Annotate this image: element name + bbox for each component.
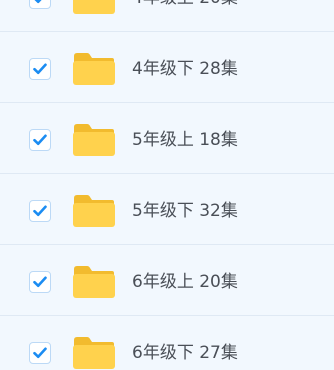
folder-icon xyxy=(73,195,115,227)
folder-name[interactable]: 6年级上 20集 xyxy=(132,271,238,293)
folder-name[interactable]: 4年级下 28集 xyxy=(132,58,238,80)
checkbox[interactable] xyxy=(29,271,51,293)
checkbox[interactable] xyxy=(29,200,51,222)
checkbox[interactable] xyxy=(29,58,51,80)
folder-list: 4年级上 20集 4年级下 28集 5年级上 18集 xyxy=(0,0,334,370)
folder-name[interactable]: 6年级下 27集 xyxy=(132,342,238,364)
check-icon xyxy=(33,63,47,75)
folder-name[interactable]: 5年级下 32集 xyxy=(132,200,238,222)
folder-row[interactable]: 5年级下 32集 xyxy=(0,174,334,245)
checkbox[interactable] xyxy=(29,129,51,151)
folder-icon xyxy=(73,53,115,85)
check-icon xyxy=(34,0,42,4)
checkbox[interactable] xyxy=(29,342,51,364)
check-icon xyxy=(33,347,47,359)
folder-row[interactable]: 4年级上 20集 xyxy=(0,0,334,32)
folder-row[interactable]: 6年级下 27集 xyxy=(0,316,334,370)
check-icon xyxy=(33,134,47,146)
folder-row[interactable]: 4年级下 28集 xyxy=(0,32,334,103)
check-icon xyxy=(33,276,47,288)
folder-name[interactable]: 5年级上 18集 xyxy=(132,129,238,151)
folder-icon xyxy=(73,266,115,298)
check-icon xyxy=(33,205,47,217)
folder-icon xyxy=(73,0,115,14)
checkbox[interactable] xyxy=(29,0,51,9)
folder-row[interactable]: 6年级上 20集 xyxy=(0,245,334,316)
folder-icon xyxy=(73,337,115,369)
folder-icon xyxy=(73,124,115,156)
folder-name[interactable]: 4年级上 20集 xyxy=(132,0,238,9)
folder-row[interactable]: 5年级上 18集 xyxy=(0,103,334,174)
